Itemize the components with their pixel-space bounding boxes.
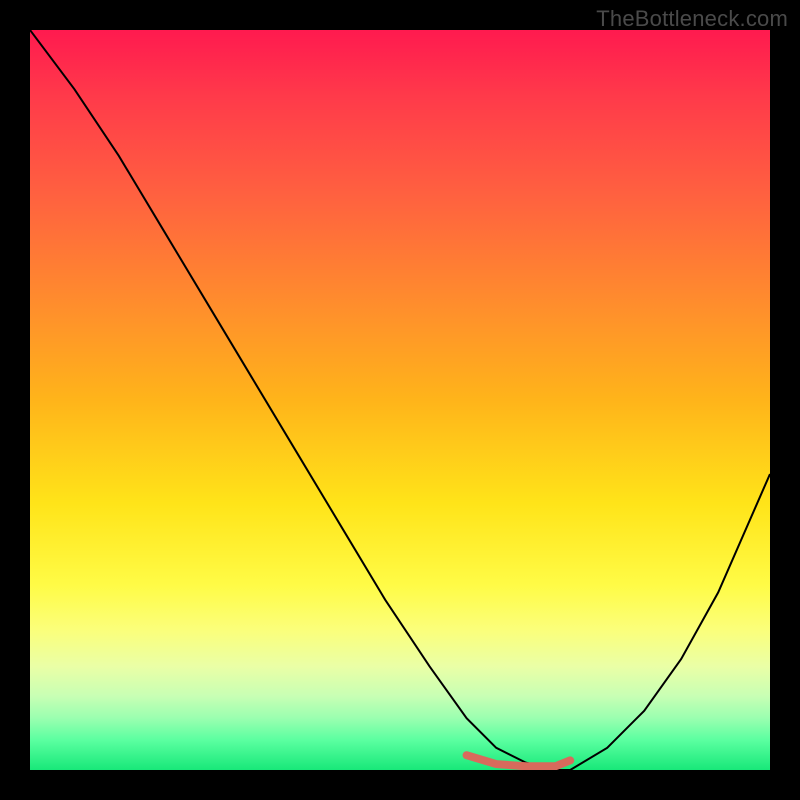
marker-layer [30,30,770,770]
optimal-range-marker [467,755,571,766]
watermark-text: TheBottleneck.com [596,6,788,32]
plot-area [30,30,770,770]
chart-frame: TheBottleneck.com [0,0,800,800]
